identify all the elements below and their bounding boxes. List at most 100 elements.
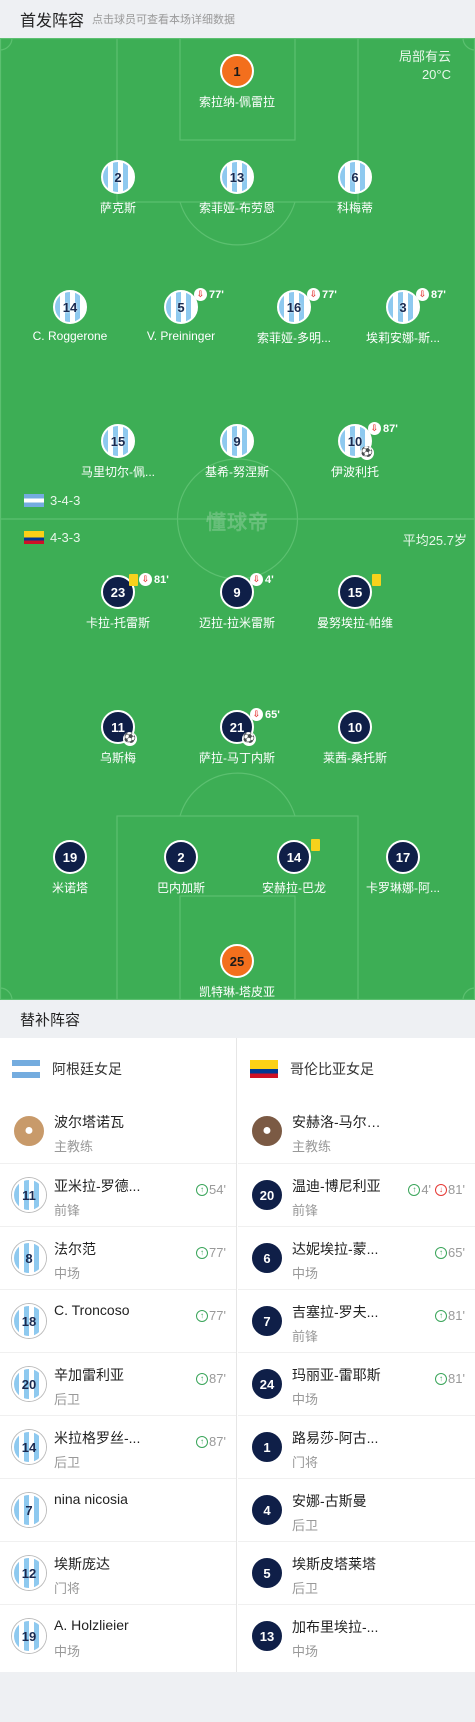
- away-player-1[interactable]: 23 ⇩ 81' 卡拉-托雷斯: [58, 573, 178, 631]
- home-bench-row[interactable]: 8 法尔范 中场 ↑ 77': [0, 1226, 236, 1289]
- away-bench-row[interactable]: 1 路易莎-阿古... 门将: [238, 1415, 475, 1478]
- home-player-2[interactable]: 2 萨克斯: [58, 160, 178, 216]
- player-number: 17: [395, 849, 411, 865]
- home-player-3[interactable]: 13 索菲娅-布劳恩: [177, 160, 297, 216]
- home-bench-row[interactable]: 11 亚米拉-罗德... 前锋 ↑ 54': [0, 1163, 236, 1226]
- player-name: 乌斯梅: [99, 751, 136, 765]
- player-number-badge: 12: [12, 1556, 46, 1590]
- player-shirt: 21 ⇩ 65' ⚽: [220, 708, 280, 746]
- away-player-9[interactable]: 14 安赫拉-巴龙: [234, 839, 354, 896]
- bench-player-name: 吉塞拉-罗夫...: [292, 1304, 379, 1320]
- away-player-6[interactable]: 10 莱茜-桑托斯: [295, 710, 415, 766]
- home-player-7[interactable]: 16 ⇩ 77' 索菲娅-多明...: [234, 288, 354, 346]
- player-shirt: 25: [220, 944, 254, 978]
- home-bench-row[interactable]: 14 米拉格罗丝-... 后卫 ↑ 87': [0, 1415, 236, 1478]
- sub-in-minute: 65': [448, 1245, 465, 1260]
- bench-player-position: 中场: [292, 1266, 319, 1281]
- player-name: 马里切尔-佩...: [81, 465, 155, 479]
- player-number-badge: 5: [250, 1556, 284, 1590]
- home-formation-label: 3-4-3: [50, 493, 81, 508]
- away-coach-row[interactable]: ● 安赫洛-马尔西利亚主教练: [238, 1100, 475, 1163]
- substitution-events: ↑ 81': [435, 1371, 465, 1386]
- yellow-card-icon: [129, 574, 138, 586]
- bench-player-position: 中场: [292, 1392, 319, 1407]
- player-number: 16: [286, 299, 302, 315]
- away-bench-row[interactable]: 20 温迪-博尼利亚 前锋 ↑ 4' ↓ 81': [238, 1163, 475, 1226]
- bench-player-name: 米拉格罗丝-...: [54, 1430, 141, 1446]
- player-name: 萨拉-马丁内斯: [199, 751, 275, 765]
- player-shirt: 1: [220, 54, 254, 88]
- home-bench-row[interactable]: 20 辛加雷利亚 后卫 ↑ 87': [0, 1352, 236, 1415]
- home-player-8[interactable]: 3 ⇩ 87' 埃莉安娜-斯...: [343, 288, 463, 346]
- home-bench-row[interactable]: 19 A. Holzlieier 中场: [0, 1604, 236, 1667]
- sub-in-minute: 77': [209, 1308, 226, 1323]
- sub-in-minute: 87': [209, 1434, 226, 1449]
- home-player-4[interactable]: 6 科梅蒂: [295, 160, 415, 216]
- home-bench-row[interactable]: 7 nina nicosia: [0, 1478, 236, 1541]
- home-bench-row[interactable]: 18 C. Troncoso ↑ 77': [0, 1289, 236, 1352]
- substitutes-header: 替补阵容: [0, 1000, 475, 1038]
- player-name: 卡拉-托雷斯: [86, 616, 150, 630]
- bench-player-name: 波尔塔诺瓦: [54, 1114, 124, 1130]
- player-number: 2: [114, 169, 122, 185]
- substitution-minute: 4': [265, 573, 274, 586]
- player-shirt: 17: [386, 840, 420, 874]
- substitution-in-icon: ↑: [196, 1372, 209, 1385]
- player-shirt: 13: [220, 160, 254, 194]
- lineup-hint: 点击球员可查看本场详细数据: [92, 14, 236, 26]
- player-shirt: 19: [53, 840, 87, 874]
- weather-desc: 局部有云: [398, 49, 451, 64]
- away-player-4[interactable]: 11 ⚽ 乌斯梅: [58, 710, 178, 766]
- substitution-in-icon: ↑: [196, 1435, 209, 1448]
- away-bench-row[interactable]: 5 埃斯皮塔莱塔 后卫: [238, 1541, 475, 1604]
- player-name: 埃莉安娜-斯...: [366, 331, 440, 345]
- substitution-badge: ⇩ 65': [250, 708, 280, 721]
- player-name: 卡罗琳娜-阿...: [366, 881, 440, 895]
- away-player-8[interactable]: 2 巴内加斯: [121, 840, 241, 896]
- player-number-badge: 4: [250, 1493, 284, 1527]
- home-formation: 3-4-3: [24, 493, 80, 508]
- away-bench-row[interactable]: 13 加布里埃拉-... 中场: [238, 1604, 475, 1667]
- home-bench-row[interactable]: 12 埃斯庞达 门将: [0, 1541, 236, 1604]
- away-player-5[interactable]: 21 ⇩ 65' ⚽ 萨拉-马丁内斯: [177, 708, 297, 766]
- player-name: 伊波利托: [330, 465, 379, 479]
- home-player-10[interactable]: 9 基希-努涅斯: [177, 424, 297, 480]
- away-player-7[interactable]: 19 米诺塔: [10, 840, 130, 896]
- substitution-badge: ⇩ 4': [250, 573, 274, 586]
- away-player-3[interactable]: 15 曼努埃拉-帕维: [295, 574, 415, 631]
- pitch: 局部有云 20°C 懂球帝 3-4-3 4-3-3 平均25.7岁 1 索拉纳-佩…: [0, 38, 475, 1000]
- away-player-2[interactable]: 9 ⇩ 4' 迈拉-拉米雷斯: [177, 573, 297, 631]
- away-bench-row[interactable]: 7 吉塞拉-罗夫... 前锋 ↑ 81': [238, 1289, 475, 1352]
- bench-player-name: 埃斯庞达: [54, 1556, 110, 1572]
- sub-out-minute: 81': [448, 1182, 465, 1197]
- home-coach-row[interactable]: ● 波尔塔诺瓦 主教练: [0, 1100, 236, 1163]
- player-number: 9: [233, 433, 241, 449]
- substitution-in-icon: ↑: [196, 1183, 209, 1196]
- home-player-6[interactable]: 5 ⇩ 77' V. Preininger: [121, 288, 241, 343]
- player-shirt: 23 ⇩ 81': [101, 573, 169, 609]
- substitution-minute: 87': [383, 422, 398, 435]
- home-player-11[interactable]: 10 ⇩ 87' ⚽ 伊波利托: [295, 422, 415, 480]
- away-player-10[interactable]: 17 卡罗琳娜-阿...: [343, 840, 463, 896]
- bench-player-name: 加布里埃拉-...: [292, 1619, 379, 1635]
- bench-player-name: 玛丽亚-雷耶斯: [292, 1367, 381, 1383]
- away-player-11[interactable]: 25 凯特琳-塔皮亚: [177, 944, 297, 1000]
- bench-player-name: 安赫洛-马尔西利亚: [292, 1114, 392, 1130]
- home-bench-column: 阿根廷女足 ● 波尔塔诺瓦 主教练 11 亚米拉-罗德... 前锋 ↑ 54' 8 法尔范 中场 ↑ 7…: [0, 1038, 237, 1672]
- bench-player-name: C. Troncoso: [54, 1302, 130, 1318]
- away-bench-row[interactable]: 24 玛丽亚-雷耶斯 中场 ↑ 81': [238, 1352, 475, 1415]
- player-number-badge: 14: [12, 1430, 46, 1464]
- away-bench-row[interactable]: 6 达妮埃拉-蒙... 中场 ↑ 65': [238, 1226, 475, 1289]
- player-number: 14: [286, 849, 302, 865]
- player-number: 19: [62, 849, 78, 865]
- bench-player-position: 前锋: [292, 1329, 319, 1344]
- home-player-5[interactable]: 14 C. Roggerone: [10, 290, 130, 343]
- away-formation-label: 4-3-3: [50, 530, 81, 545]
- home-player-9[interactable]: 15 马里切尔-佩...: [58, 424, 178, 480]
- home-player-1[interactable]: 1 索拉纳-佩雷拉: [177, 54, 297, 110]
- away-bench-row[interactable]: 4 安娜-古斯曼 后卫: [238, 1478, 475, 1541]
- substitution-out-icon: ⇩: [139, 573, 152, 586]
- player-number: 11: [111, 719, 125, 735]
- player-number: 15: [347, 584, 363, 600]
- sub-in-minute: 81': [448, 1371, 465, 1386]
